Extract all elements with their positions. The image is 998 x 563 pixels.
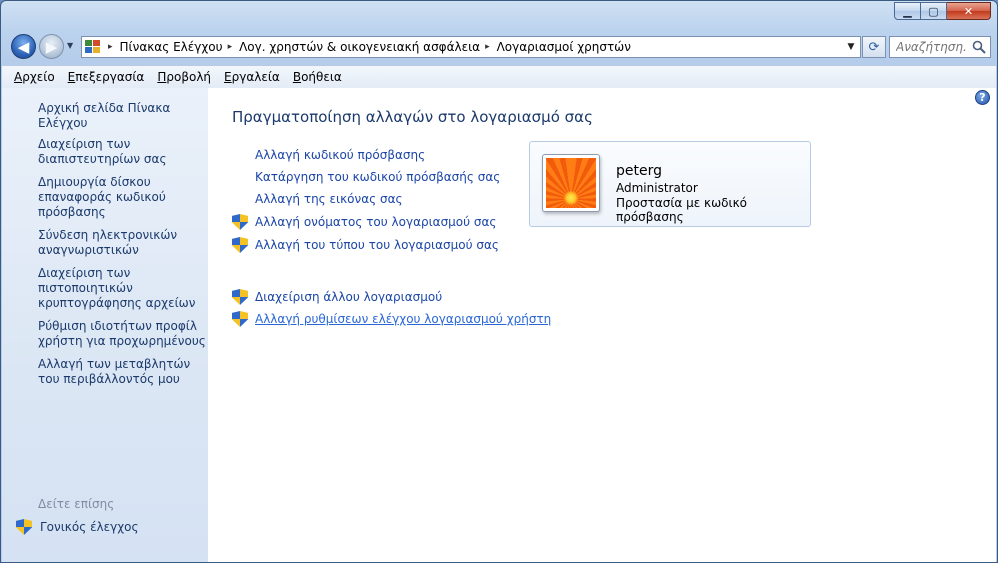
uac-shield-icon — [232, 237, 248, 253]
close-button[interactable]: ✕ — [947, 2, 991, 20]
menu-bar: Αρχείο Επεξεργασία Προβολή Εργαλεία Βοήθ… — [2, 65, 996, 89]
uac-shield-icon — [232, 311, 248, 327]
uac-shield-icon — [232, 289, 248, 305]
search-box[interactable] — [889, 36, 991, 58]
parental-controls-label: Γονικός έλεγχος — [40, 520, 139, 534]
task-pane: Αρχική σελίδα Πίνακα Ελέγχου Διαχείριση … — [2, 88, 208, 562]
content-area: Αρχική σελίδα Πίνακα Ελέγχου Διαχείριση … — [2, 88, 996, 562]
breadcrumb-separator[interactable]: ▸ — [108, 42, 113, 52]
see-also-heading: Δείτε επίσης — [38, 497, 115, 511]
menu-tools[interactable]: Εργαλεία — [216, 70, 285, 84]
recent-pages-dropdown[interactable]: ▼ — [67, 41, 73, 50]
menu-edit[interactable]: Επεξεργασία — [60, 70, 150, 84]
sidebar-link-link-online-ids[interactable]: Σύνδεση ηλεκτρονικών αναγνωριστικών — [38, 228, 208, 258]
breadcrumb-control-panel[interactable]: Πίνακας Ελέγχου — [120, 40, 223, 54]
task-change-password[interactable]: Αλλαγή κωδικού πρόσβασης — [232, 148, 425, 162]
maximize-button[interactable]: ▢ — [921, 2, 947, 20]
forward-button[interactable]: ▶ — [39, 34, 64, 59]
account-tile: peterg Administrator Προστασία με κωδικό… — [529, 141, 811, 227]
breadcrumb-separator[interactable]: ▸ — [485, 42, 490, 52]
task-manage-another-account[interactable]: Διαχείριση άλλου λογαριασμού — [232, 289, 442, 305]
main-panel: ? Πραγματοποίηση αλλαγών στο λογαριασμό … — [208, 88, 996, 562]
uac-shield-icon — [16, 519, 32, 535]
task-change-account-type[interactable]: Αλλαγή του τύπου του λογαριασμού σας — [232, 237, 499, 253]
account-protection-status: Προστασία με κωδικό πρόσβασης — [616, 196, 747, 224]
navigation-bar: ◀ ▶ ▼ ▸ Πίνακας Ελέγχου ▸ Λογ. χρηστών &… — [9, 33, 991, 61]
task-change-uac-settings[interactable]: Αλλαγή ρυθμίσεων ελέγχου λογαριασμού χρή… — [232, 311, 551, 327]
sidebar-link-advanced-profile-properties[interactable]: Ρύθμιση ιδιοτήτων προφίλ χρήστη για προχ… — [38, 319, 208, 349]
menu-file[interactable]: Αρχείο — [2, 70, 60, 84]
search-icon[interactable] — [972, 40, 986, 54]
sidebar-link-password-reset-disk[interactable]: Δημιουργία δίσκου επαναφοράς κωδικού πρό… — [38, 175, 208, 220]
uac-shield-icon — [232, 214, 248, 230]
sidebar-link-parental-controls[interactable]: Γονικός έλεγχος — [16, 519, 139, 535]
breadcrumb-user-accounts-family-safety[interactable]: Λογ. χρηστών & οικογενειακή ασφάλεια — [239, 40, 480, 54]
back-button[interactable]: ◀ — [11, 34, 36, 59]
sidebar-link-control-panel-home[interactable]: Αρχική σελίδα Πίνακα Ελέγχου — [38, 101, 208, 131]
page-title: Πραγματοποίηση αλλαγών στο λογαριασμό σα… — [232, 108, 593, 126]
sidebar-link-manage-credentials[interactable]: Διαχείριση των διαπιστευτηρίων σας — [38, 137, 208, 167]
explorer-window: ▁ ▢ ✕ ◀ ▶ ▼ ▸ Πίνακας Ελέγχου ▸ Λογ. χρη… — [0, 0, 998, 563]
task-change-picture[interactable]: Αλλαγή της εικόνας σας — [232, 192, 403, 206]
refresh-button[interactable]: ⟳ — [862, 36, 886, 58]
menu-help[interactable]: Βοήθεια — [285, 70, 347, 84]
avatar[interactable] — [542, 154, 600, 212]
address-bar[interactable]: ▸ Πίνακας Ελέγχου ▸ Λογ. χρηστών & οικογ… — [81, 36, 861, 58]
menu-view[interactable]: Προβολή — [149, 70, 216, 84]
control-panel-icon — [85, 40, 101, 54]
flower-picture-icon — [546, 158, 596, 208]
task-change-account-name[interactable]: Αλλαγή ονόματος του λογαριασμού σας — [232, 214, 496, 230]
address-dropdown-icon[interactable]: ▼ — [842, 37, 860, 57]
sidebar-link-environment-variables[interactable]: Αλλαγή των μεταβλητών του περιβάλλοντός … — [38, 357, 208, 387]
sidebar-link-file-encryption-certificates[interactable]: Διαχείριση των πιστοποιητικών κρυπτογράφ… — [38, 266, 208, 311]
breadcrumb-separator[interactable]: ▸ — [228, 42, 233, 52]
account-role: Administrator — [616, 181, 698, 195]
search-input[interactable] — [896, 40, 966, 54]
task-remove-password[interactable]: Κατάργηση του κωδικού πρόσβασής σας — [232, 170, 500, 184]
account-name: peterg — [616, 163, 662, 179]
caption-buttons: ▁ ▢ ✕ — [894, 2, 991, 20]
minimize-button[interactable]: ▁ — [894, 2, 921, 20]
help-icon[interactable]: ? — [975, 90, 990, 105]
breadcrumb-user-accounts[interactable]: Λογαριασμοί χρηστών — [497, 40, 631, 54]
